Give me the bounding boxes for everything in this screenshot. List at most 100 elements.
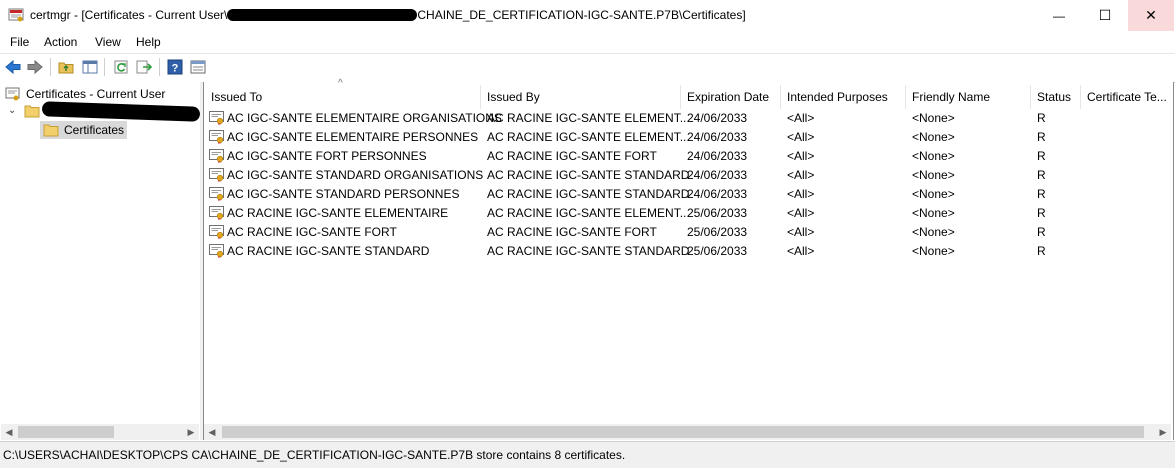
table-row[interactable]: AC RACINE IGC-SANTE STANDARD AC RACINE IG…	[204, 242, 1064, 261]
table-row[interactable]: AC IGC-SANTE STANDARD ORGANISATIONS AC RA…	[204, 166, 1064, 185]
column-divider[interactable]	[480, 85, 481, 109]
column-issued-by[interactable]: Issued By	[487, 90, 540, 104]
column-divider[interactable]	[1080, 85, 1081, 109]
cell-expiration-date: 25/06/2033	[687, 206, 748, 220]
list-scroll-thumb[interactable]	[222, 426, 1144, 438]
cell-friendly-name: <None>	[912, 111, 955, 125]
column-header: Issued To ^ Issued By Expiration Date In…	[204, 78, 1172, 109]
chevron-down-icon[interactable]: ⌄	[8, 105, 16, 116]
cell-issued-by: AC RACINE IGC-SANTE FORT	[487, 225, 657, 239]
table-row[interactable]: AC IGC-SANTE ELEMENTAIRE ORGANISATIONS AC…	[204, 109, 1064, 128]
cell-status: R	[1037, 111, 1046, 125]
up-folder-icon[interactable]	[58, 59, 74, 75]
table-row[interactable]: AC RACINE IGC-SANTE ELEMENTAIRE AC RACINE…	[204, 204, 1064, 223]
cell-issued-by: AC RACINE IGC-SANTE STANDARD	[487, 244, 690, 258]
cell-issued-by: AC RACINE IGC-SANTE ELEMENT...	[487, 130, 690, 144]
show-hide-tree-icon[interactable]	[82, 59, 98, 75]
cell-expiration-date: 24/06/2033	[687, 130, 748, 144]
export-list-icon[interactable]	[136, 59, 152, 75]
column-certificate-template[interactable]: Certificate Te...	[1087, 90, 1167, 104]
cell-issued-to: AC IGC-SANTE FORT PERSONNES	[227, 149, 427, 163]
menu-file[interactable]: File	[10, 35, 29, 49]
certificate-icon	[209, 244, 225, 259]
close-icon: ✕	[1145, 7, 1157, 23]
tree-scroll-thumb[interactable]	[18, 426, 114, 438]
cell-issued-to: AC IGC-SANTE STANDARD PERSONNES	[227, 187, 460, 201]
cell-status: R	[1037, 206, 1046, 220]
menu-action[interactable]: Action	[44, 35, 77, 49]
cell-issued-by: AC RACINE IGC-SANTE ELEMENT...	[487, 206, 690, 220]
cell-issued-to: AC IGC-SANTE STANDARD ORGANISATIONS	[227, 168, 484, 182]
cell-status: R	[1037, 225, 1046, 239]
cell-expiration-date: 24/06/2033	[687, 111, 748, 125]
scroll-right-icon[interactable]: ▶	[1155, 424, 1171, 440]
certificate-icon	[209, 149, 225, 164]
folder-icon	[43, 124, 59, 137]
cell-friendly-name: <None>	[912, 130, 955, 144]
window-title-suffix: CHAINE_DE_CERTIFICATION-IGC-SANTE.P7B\Ce…	[417, 8, 746, 22]
column-issued-to[interactable]: Issued To	[211, 90, 262, 104]
cell-expiration-date: 25/06/2033	[687, 244, 748, 258]
certificate-icon	[209, 187, 225, 202]
cell-expiration-date: 25/06/2033	[687, 225, 748, 239]
menu-bar	[0, 31, 1175, 53]
window-title-prefix: certmgr - [Certificates - Current User\	[30, 8, 228, 22]
svg-text:?: ?	[172, 63, 179, 75]
menu-help[interactable]: Help	[136, 35, 161, 49]
back-arrow-icon[interactable]	[5, 59, 21, 75]
column-divider[interactable]	[780, 85, 781, 109]
cell-issued-to: AC RACINE IGC-SANTE FORT	[227, 225, 397, 239]
column-divider[interactable]	[1030, 85, 1031, 109]
maximize-button[interactable]: ☐	[1082, 0, 1128, 31]
cell-friendly-name: <None>	[912, 187, 955, 201]
toolbar-separator	[104, 58, 105, 76]
redacted-path	[227, 9, 418, 21]
refresh-icon[interactable]	[113, 59, 129, 75]
cell-issued-by: AC RACINE IGC-SANTE ELEMENT...	[487, 111, 690, 125]
column-status[interactable]: Status	[1037, 90, 1071, 104]
cell-intended-purposes: <All>	[787, 149, 815, 163]
scroll-right-icon[interactable]: ▶	[183, 424, 199, 440]
minimize-icon: —	[1053, 8, 1065, 23]
scroll-left-icon[interactable]: ◀	[1, 424, 17, 440]
cell-status: R	[1037, 168, 1046, 182]
properties-icon[interactable]	[190, 59, 206, 75]
certificate-icon	[209, 111, 225, 126]
certificate-icon	[209, 225, 225, 240]
cell-intended-purposes: <All>	[787, 130, 815, 144]
cell-friendly-name: <None>	[912, 225, 955, 239]
cell-intended-purposes: <All>	[787, 244, 815, 258]
cell-intended-purposes: <All>	[787, 206, 815, 220]
column-friendly-name[interactable]: Friendly Name	[912, 90, 990, 104]
cell-expiration-date: 24/06/2033	[687, 187, 748, 201]
cell-friendly-name: <None>	[912, 206, 955, 220]
toolbar-separator	[50, 58, 51, 76]
tree-root[interactable]: Certificates - Current User	[26, 87, 165, 101]
table-row[interactable]: AC RACINE IGC-SANTE FORT AC RACINE IGC-SA…	[204, 223, 1064, 242]
table-row[interactable]: AC IGC-SANTE FORT PERSONNES AC RACINE IGC…	[204, 147, 1064, 166]
maximize-icon: ☐	[1098, 7, 1112, 23]
certificate-icon	[209, 130, 225, 145]
column-expiration-date[interactable]: Expiration Date	[687, 90, 769, 104]
certificate-icon	[209, 206, 225, 221]
scroll-left-icon[interactable]: ◀	[204, 424, 220, 440]
cell-expiration-date: 24/06/2033	[687, 149, 748, 163]
cell-friendly-name: <None>	[912, 168, 955, 182]
cell-issued-to: AC RACINE IGC-SANTE ELEMENTAIRE	[227, 206, 449, 220]
cell-issued-by: AC RACINE IGC-SANTE STANDARD	[487, 168, 690, 182]
cell-issued-by: AC RACINE IGC-SANTE STANDARD	[487, 187, 690, 201]
column-divider[interactable]	[680, 85, 681, 109]
table-row[interactable]: AC IGC-SANTE ELEMENTAIRE PERSONNES AC RAC…	[204, 128, 1064, 147]
minimize-button[interactable]: —	[1036, 0, 1082, 31]
folder-icon	[24, 105, 40, 118]
column-intended-purposes[interactable]: Intended Purposes	[787, 90, 888, 104]
help-icon[interactable]: ?	[167, 59, 183, 75]
cell-intended-purposes: <All>	[787, 187, 815, 201]
menu-view[interactable]: View	[95, 35, 121, 49]
status-text: C:\USERS\ACHAI\DESKTOP\CPS CA\CHAINE_DE_…	[3, 448, 626, 462]
table-row[interactable]: AC IGC-SANTE STANDARD PERSONNES AC RACINE…	[204, 185, 1064, 204]
column-divider[interactable]	[905, 85, 906, 109]
forward-arrow-icon[interactable]	[27, 59, 43, 75]
cell-issued-to: AC IGC-SANTE ELEMENTAIRE ORGANISATIONS	[227, 111, 502, 125]
close-button[interactable]: ✕	[1128, 0, 1174, 31]
